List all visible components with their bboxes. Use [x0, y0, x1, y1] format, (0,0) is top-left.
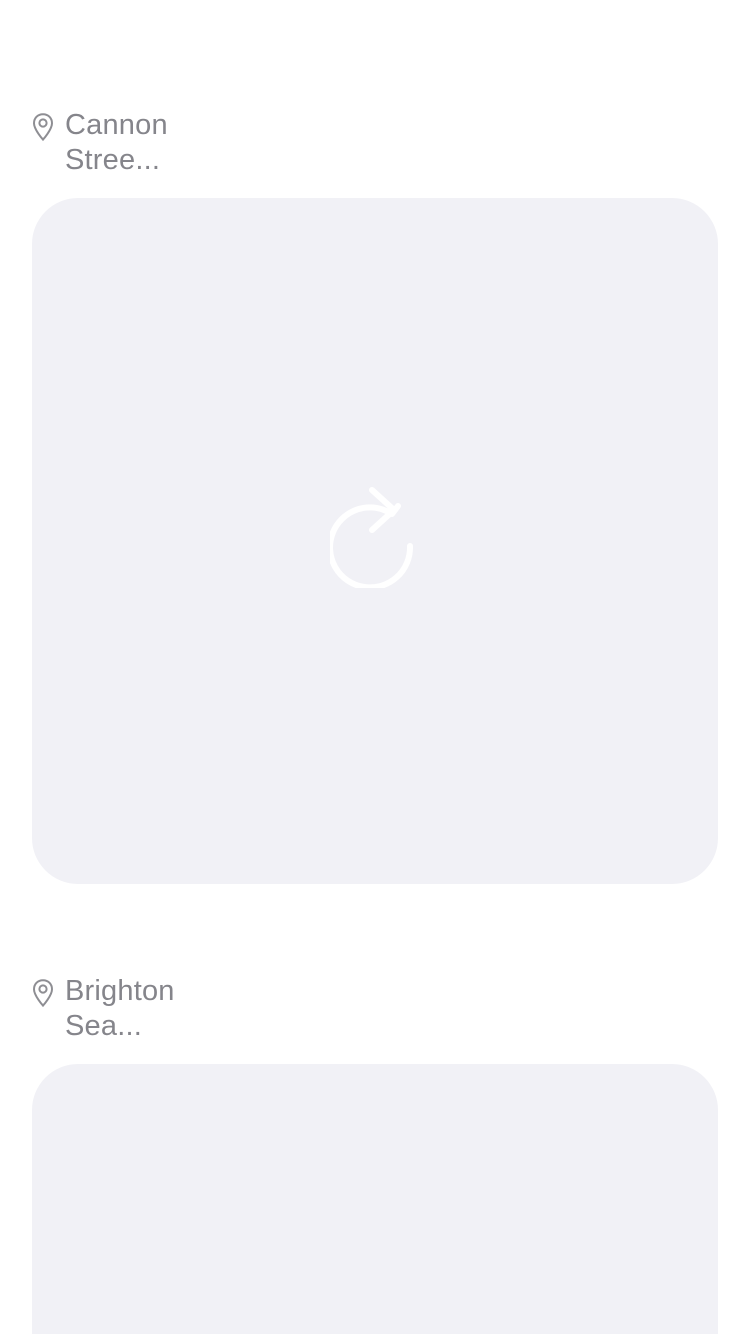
location-row[interactable]: Cannon Stree...	[32, 108, 718, 180]
location-name: Brighton Sea...	[65, 975, 175, 1042]
feed-item: Brighton Sea...	[32, 974, 718, 1334]
location-name: Cannon Stree...	[65, 109, 168, 176]
reload-icon[interactable]	[330, 484, 420, 588]
location-row[interactable]: Brighton Sea...	[32, 974, 718, 1046]
photo-placeholder[interactable]	[32, 1064, 718, 1334]
photo-placeholder[interactable]	[32, 198, 718, 884]
map-pin-icon	[32, 978, 54, 1008]
feed-item: Cannon Stree...	[32, 108, 718, 884]
location-photo-feed: Cannon Stree... Brighton Sea...	[0, 0, 750, 1334]
map-pin-icon	[32, 112, 54, 142]
